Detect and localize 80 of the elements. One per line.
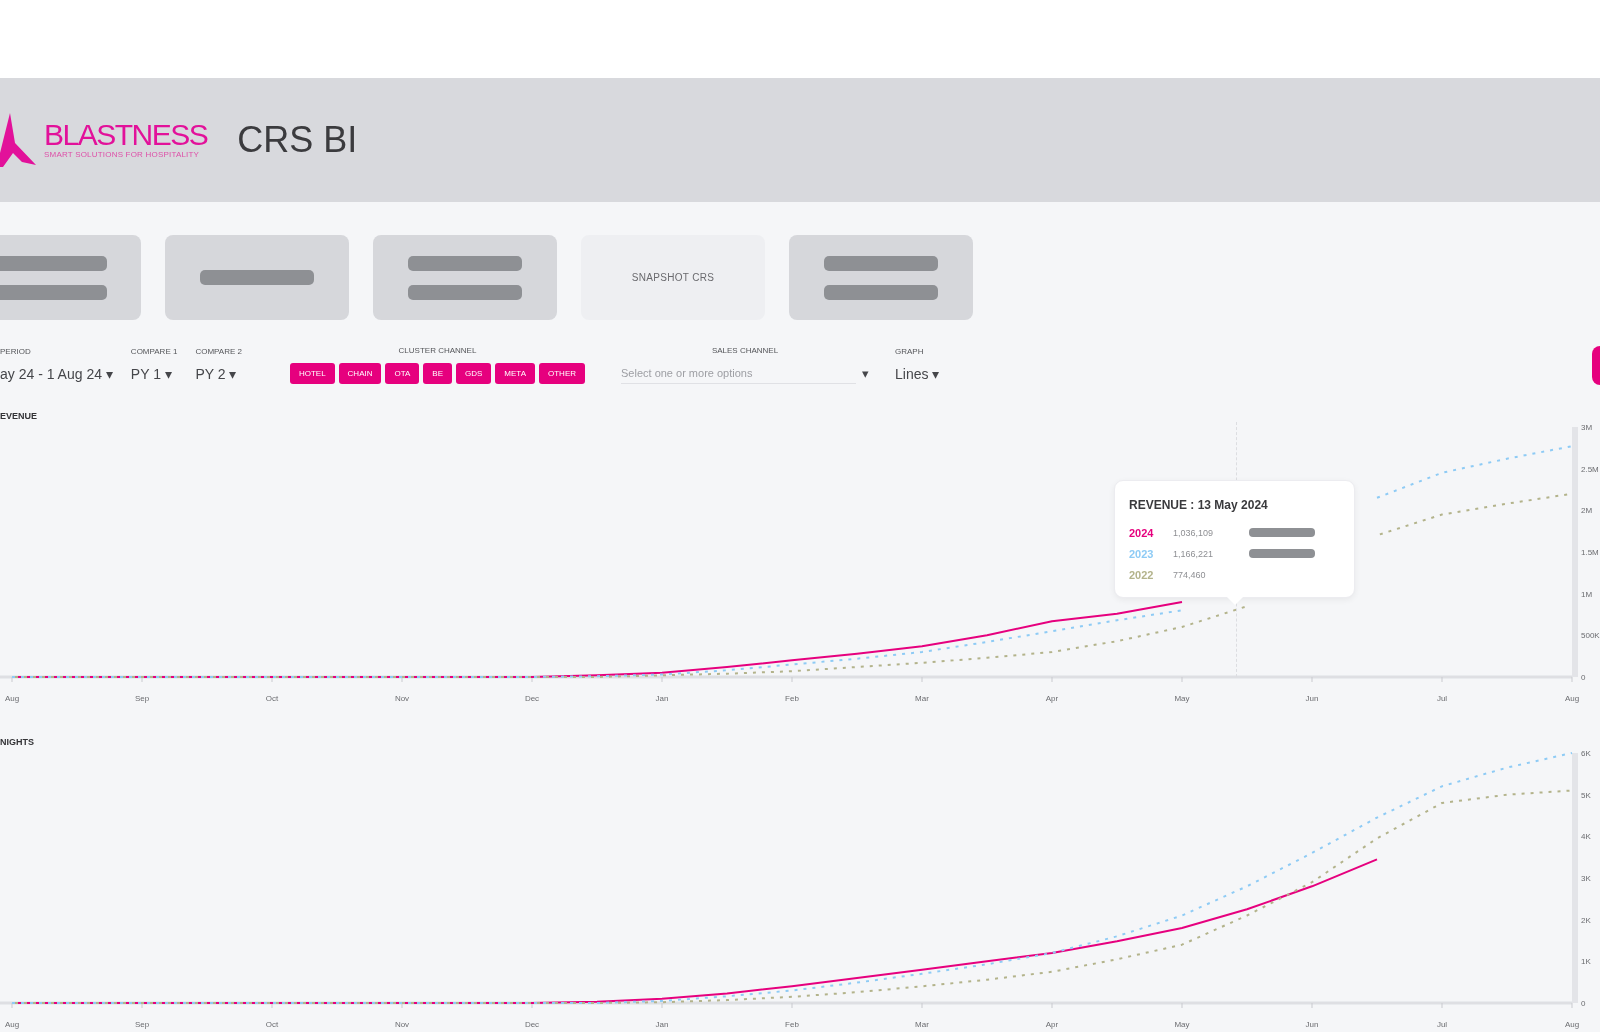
app-title: CRS BI bbox=[237, 119, 358, 161]
series-label: 2024 bbox=[1129, 526, 1155, 539]
toolbar-button[interactable] bbox=[789, 235, 973, 320]
axis-label: 5K bbox=[1581, 790, 1591, 800]
filter-chip[interactable]: CHAIN bbox=[338, 363, 382, 384]
logo-tagline: SMART SOLUTIONS FOR HOSPITALITY bbox=[44, 150, 201, 160]
axis-label: 500K bbox=[1581, 631, 1600, 641]
axis-label: Oct bbox=[265, 1020, 279, 1029]
axis-label: Aug bbox=[4, 1020, 20, 1029]
axis-label: Sep bbox=[134, 1020, 150, 1029]
chart-title: EVENUE bbox=[0, 410, 38, 422]
toolbar-button[interactable] bbox=[373, 235, 557, 320]
logo-text: BLASTNESS bbox=[44, 120, 208, 150]
axis-label: 4K bbox=[1581, 832, 1591, 842]
axis-label: Oct bbox=[265, 694, 279, 703]
filter-dropdown[interactable]: PY 2 ▾ bbox=[195, 364, 242, 384]
axis-label: Jul bbox=[1436, 1020, 1448, 1029]
toolbar-button[interactable] bbox=[165, 235, 349, 320]
filter-chip[interactable]: OTHER bbox=[539, 363, 585, 384]
axis-label: Apr bbox=[1045, 1020, 1059, 1029]
caret-icon[interactable]: ▾ bbox=[862, 366, 869, 381]
axis-label: 1K bbox=[1581, 957, 1591, 967]
axis-label: Aug bbox=[4, 694, 20, 703]
action-button[interactable] bbox=[1592, 345, 1600, 385]
axis-label: 3M bbox=[1581, 423, 1593, 432]
tooltip-title: REVENUE : 13 May 2024 bbox=[1129, 498, 1269, 512]
axis-label: 2M bbox=[1581, 506, 1593, 516]
redacted-bar bbox=[1249, 528, 1315, 537]
chart-title: NIGHTS bbox=[0, 736, 35, 748]
toolbar-button[interactable] bbox=[0, 235, 141, 320]
tooltip-value: 774,460 bbox=[1173, 569, 1207, 580]
axis-label: Jan bbox=[655, 694, 669, 703]
filter-chip[interactable]: OTA bbox=[385, 363, 420, 384]
axis-label: Dec bbox=[524, 694, 540, 703]
filter-chip[interactable]: GDS bbox=[456, 363, 492, 384]
series-label: 2022 bbox=[1129, 568, 1155, 581]
axis-label: 0 bbox=[1581, 999, 1586, 1008]
redacted-bar bbox=[1249, 549, 1315, 558]
axis-label: May bbox=[1174, 694, 1190, 703]
axis-label: Feb bbox=[785, 1020, 799, 1029]
axis-label: Feb bbox=[785, 694, 799, 703]
axis-label: 3K bbox=[1581, 874, 1591, 883]
axis-label: 2K bbox=[1581, 915, 1591, 925]
filter-label: GRAPH bbox=[895, 347, 925, 357]
toolbar-button[interactable]: SNAPSHOT CRS bbox=[581, 235, 765, 320]
axis-label: Dec bbox=[524, 1020, 540, 1029]
axis-label: 0 bbox=[1581, 673, 1586, 682]
axis-label: Nov bbox=[394, 694, 410, 703]
axis-label: Aug bbox=[1564, 1020, 1580, 1029]
axis-label: 6K bbox=[1581, 749, 1591, 758]
filter-dropdown[interactable]: PY 1 ▾ bbox=[130, 364, 178, 384]
select-field[interactable]: Select one or more options bbox=[621, 363, 856, 384]
axis-label: May bbox=[1174, 1020, 1190, 1029]
series-label: 2023 bbox=[1129, 547, 1155, 560]
axis-label: 1M bbox=[1581, 589, 1593, 599]
filter-chip[interactable]: HOTEL bbox=[289, 363, 335, 384]
axis-label: Jun bbox=[1305, 1020, 1319, 1029]
axis-label: Mar bbox=[915, 694, 929, 703]
tooltip-value: 1,036,109 bbox=[1173, 527, 1215, 538]
axis-label: Sep bbox=[134, 694, 150, 703]
axis-label: Jan bbox=[655, 1020, 669, 1029]
filter-label: COMPARE 2 bbox=[195, 347, 242, 357]
axis-label: Nov bbox=[394, 1020, 410, 1029]
filter-chip[interactable]: META bbox=[495, 363, 535, 384]
axis-label: Jun bbox=[1305, 694, 1319, 703]
axis-label: 2.5M bbox=[1581, 464, 1599, 474]
axis-label: Mar bbox=[915, 1020, 929, 1029]
axis-label: Apr bbox=[1045, 694, 1059, 703]
filter-chip[interactable]: BE bbox=[423, 363, 452, 384]
filter-label: CLUSTER CHANNEL bbox=[398, 346, 477, 356]
axis-label: 1.5M bbox=[1581, 548, 1599, 557]
tooltip-value: 1,166,221 bbox=[1173, 548, 1215, 559]
axis-label: Aug bbox=[1564, 694, 1580, 703]
logo-icon bbox=[0, 113, 36, 167]
filter-label: SALES CHANNEL bbox=[711, 346, 779, 356]
axis-label: Jul bbox=[1436, 694, 1448, 703]
filter-dropdown[interactable]: ay 24 - 1 Aug 24 ▾ bbox=[0, 364, 113, 384]
filter-label: COMPARE 1 bbox=[130, 347, 178, 357]
filter-dropdown[interactable]: Lines ▾ bbox=[895, 364, 940, 384]
filter-label: PERIOD bbox=[0, 347, 32, 357]
